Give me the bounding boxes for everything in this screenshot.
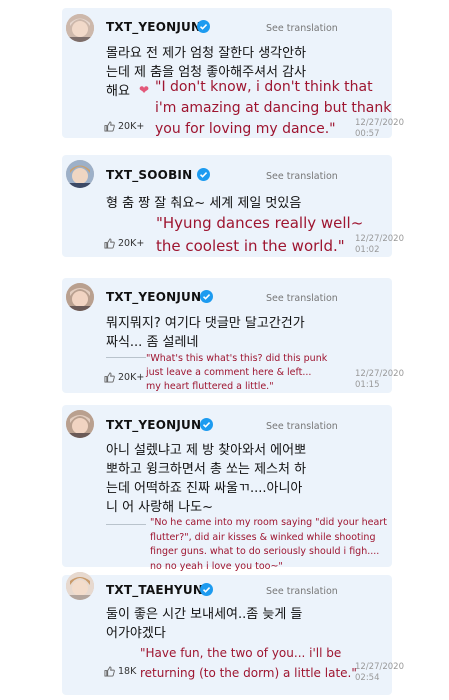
username[interactable]: TXT_SOOBIN [106,168,192,182]
like-count: 18K [118,666,137,677]
verified-badge-icon [200,583,213,596]
see-translation-link[interactable]: See translation [266,293,338,304]
avatar[interactable] [66,160,94,188]
username[interactable]: TXT_YEONJUN [106,418,201,432]
divider [106,357,146,358]
like-count: 20K+ [118,372,145,383]
avatar[interactable] [66,572,94,600]
see-translation-link[interactable]: See translation [266,171,338,182]
timestamp: 12/27/2020 02:54 [355,662,404,683]
see-translation-link[interactable]: See translation [266,23,338,34]
translation-text: "Have fun, the two of you... i'll be ret… [140,646,357,680]
see-translation-link[interactable]: See translation [266,586,338,597]
username[interactable]: TXT_TAEHYUN [106,583,203,597]
thumbs-up-icon [104,238,115,249]
comment-text: 형 춤 짱 잘 춰요~ 세계 제일 멋있음 [106,196,302,211]
translation-text: "What's this what's this? did this punk … [146,353,328,392]
divider [106,524,146,525]
comment-text: 뭐지뭐지? 여기다 댓글만 달고간건가 짜식... 좀 설레네 [106,316,305,350]
comment-text: 아니 설렜냐고 제 방 찾아와서 에어뽀 뽀하고 윙크하면서 총 쏘는 제스처 … [106,443,307,515]
translation-text: "Hyung dances really well~ the coolest i… [156,214,364,255]
like-button[interactable]: 18K [104,666,136,677]
translation-text: "No he came into my room saying "did you… [150,517,387,572]
verified-badge-icon [197,20,210,33]
timestamp: 12/27/2020 00:57 [355,118,404,139]
like-count: 20K+ [118,121,145,132]
verified-badge-icon [200,290,213,303]
like-button[interactable]: 20K+ [104,372,144,383]
thumbs-up-icon [104,666,115,677]
avatar[interactable] [66,283,94,311]
thumbs-up-icon [104,121,115,132]
verified-badge-icon [200,418,213,431]
like-count: 20K+ [118,238,145,249]
heart-icon: ❤ [139,83,150,97]
comment-text: 둘이 좋은 시간 보내세여..좀 늦게 들 어가야겠다 [106,607,303,641]
see-translation-link[interactable]: See translation [266,421,338,432]
like-button[interactable]: 20K+ [104,121,144,132]
thumbs-up-icon [104,372,115,383]
avatar[interactable] [66,410,94,438]
verified-badge-icon [197,168,210,181]
timestamp: 12/27/2020 01:15 [355,369,404,390]
username[interactable]: TXT_YEONJUN [106,290,201,304]
timestamp: 12/27/2020 01:02 [355,234,404,255]
avatar[interactable] [66,14,94,42]
username[interactable]: TXT_YEONJUN [106,20,201,34]
like-button[interactable]: 20K+ [104,238,144,249]
